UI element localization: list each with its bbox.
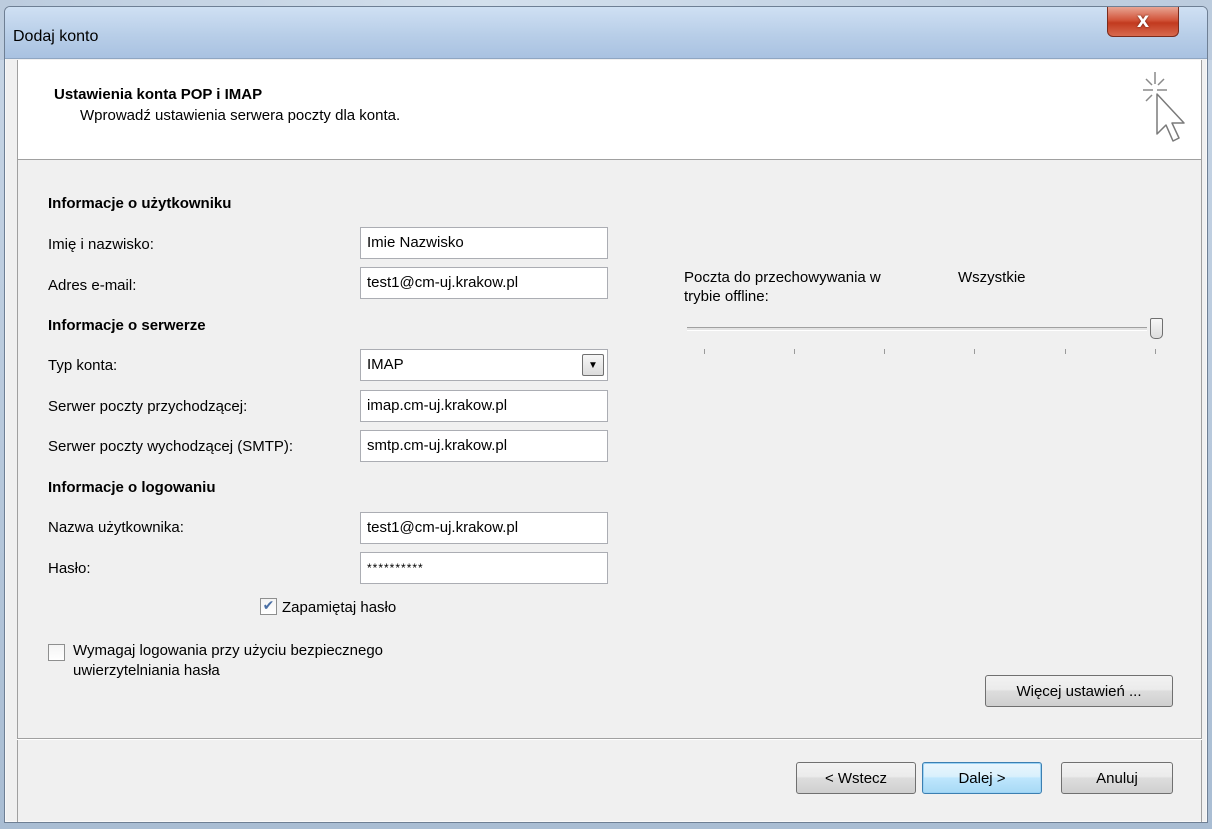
cancel-button[interactable]: Anuluj (1061, 762, 1173, 794)
header-panel: Ustawienia konta POP i IMAP Wprowadź ust… (17, 60, 1202, 160)
outgoing-server-label: Serwer poczty wychodzącej (SMTP): (48, 438, 294, 455)
slider-tick (1065, 349, 1066, 354)
offline-slider-track[interactable] (687, 327, 1147, 331)
password-input[interactable]: ********** (360, 552, 608, 584)
page-title: Ustawienia konta POP i IMAP (54, 86, 263, 103)
offline-slider-thumb[interactable] (1150, 318, 1163, 339)
spa-checkbox[interactable] (48, 644, 65, 661)
page-subtitle: Wprowadź ustawienia serwera poczty dla k… (80, 107, 401, 124)
add-account-dialog: Dodaj konto X Ustawienia konta POP i IMA… (4, 6, 1208, 823)
window-title: Dodaj konto (13, 28, 99, 45)
title-bar: Dodaj konto X (5, 7, 1207, 59)
slider-tick (794, 349, 795, 354)
incoming-server-label: Serwer poczty przychodzącej: (48, 398, 248, 415)
slider-tick (884, 349, 885, 354)
offline-label-line2: trybie offline: (684, 288, 769, 305)
section-login-info: Informacje o logowaniu (48, 479, 216, 496)
username-input[interactable]: test1@cm-uj.krakow.pl (360, 512, 608, 544)
offline-value: Wszystkie (958, 269, 1026, 286)
username-label: Nazwa użytkownika: (48, 519, 184, 536)
section-user-info: Informacje o użytkowniku (48, 195, 232, 212)
more-settings-button[interactable]: Więcej ustawień ... (985, 675, 1173, 707)
next-button[interactable]: Dalej > (922, 762, 1042, 794)
slider-tick (974, 349, 975, 354)
close-icon: X (1136, 12, 1150, 31)
offline-label-line1: Poczta do przechowywania w (684, 269, 881, 286)
name-input[interactable]: Imie Nazwisko (360, 227, 608, 259)
email-input[interactable]: test1@cm-uj.krakow.pl (360, 267, 608, 299)
section-server-info: Informacje o serwerze (48, 317, 206, 334)
spa-label-line2: uwierzytelniania hasła (73, 662, 220, 679)
email-label: Adres e-mail: (48, 277, 137, 294)
close-button[interactable]: X (1107, 7, 1179, 37)
remember-password-checkbox[interactable]: ✔ (260, 598, 277, 615)
cursor-sparkle-icon (1143, 72, 1185, 142)
slider-tick (704, 349, 705, 354)
outgoing-server-input[interactable]: smtp.cm-uj.krakow.pl (360, 430, 608, 462)
remember-password-label: Zapamiętaj hasło (282, 599, 397, 616)
incoming-server-input[interactable]: imap.cm-uj.krakow.pl (360, 390, 608, 422)
slider-tick (1155, 349, 1156, 354)
back-button[interactable]: < Wstecz (796, 762, 916, 794)
account-type-select[interactable]: IMAP ▼ (360, 349, 608, 381)
account-type-label: Typ konta: (48, 357, 118, 374)
name-label: Imię i nazwisko: (48, 236, 154, 253)
spa-label-line1: Wymagaj logowania przy użyciu bezpieczne… (73, 642, 384, 659)
password-label: Hasło: (48, 560, 91, 577)
chevron-down-icon[interactable]: ▼ (582, 354, 604, 376)
account-type-value: IMAP (367, 356, 404, 373)
